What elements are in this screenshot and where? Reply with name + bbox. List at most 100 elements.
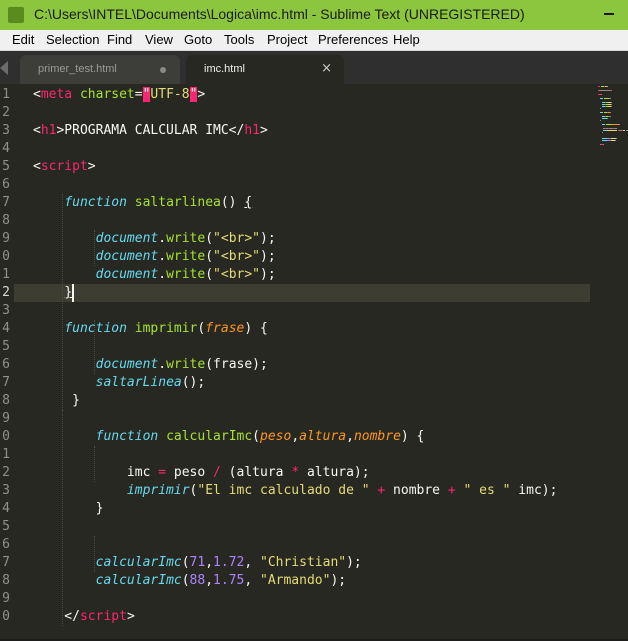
minimap-line (599, 90, 611, 91)
code-token: 1.72 (213, 555, 245, 570)
current-line-highlight (14, 284, 590, 302)
code-token: imc (33, 465, 159, 480)
code-line: saltarLinea(); (33, 374, 206, 392)
code-token: ( (205, 249, 214, 264)
code-line: document.write("<br>"); (33, 230, 276, 248)
line-number: 3 (2, 483, 10, 498)
code-token: calcularImc (95, 555, 182, 570)
code-token: (frase); (205, 357, 268, 372)
code-token: "<br>" (213, 231, 261, 246)
menu-goto[interactable]: Goto (184, 32, 212, 47)
sublime-app-icon (8, 7, 24, 23)
code-token: calcularImc (95, 573, 182, 588)
line-number: 9 (2, 411, 10, 426)
code-token: document (95, 249, 159, 264)
line-number: 9 (2, 591, 10, 606)
code-token: peso (260, 429, 292, 444)
code-token: ( (205, 231, 214, 246)
close-icon[interactable]: × (321, 61, 332, 76)
code-token: = (158, 465, 167, 480)
code-token: 88 (189, 573, 206, 588)
line-number: 0 (2, 429, 10, 444)
menu-tools[interactable]: Tools (224, 32, 254, 47)
code-token: ); (330, 573, 347, 588)
code-token: peso (166, 465, 214, 480)
code-token: "El imc calculado de " (197, 483, 370, 498)
code-token: ( (181, 573, 190, 588)
minimap-line (607, 130, 618, 131)
code-token: > (126, 609, 135, 624)
menu-find[interactable]: Find (107, 32, 132, 47)
minimap-line (613, 128, 618, 129)
line-number: 8 (2, 573, 10, 588)
code-token: write (166, 231, 206, 246)
code-token: write (166, 267, 206, 282)
code-token: document (95, 231, 159, 246)
code-token: "Christian" (260, 555, 347, 570)
menu-edit[interactable]: Edit (12, 32, 34, 47)
line-number: 5 (2, 159, 10, 174)
line-number: 1 (2, 267, 10, 282)
code-line: document.write(frase); (33, 356, 268, 374)
minimap-line (607, 116, 612, 117)
menu-project[interactable]: Project (267, 32, 307, 47)
menu-selection[interactable]: Selection (46, 32, 99, 47)
code-token: h1 (244, 123, 260, 138)
code-token: frase (205, 321, 245, 336)
code-token: meta (40, 87, 73, 102)
minimap-line (599, 112, 604, 113)
code-token: / (213, 465, 221, 480)
code-token: document (95, 357, 159, 372)
tab-scroll-left-icon[interactable] (0, 61, 8, 75)
code-token: . (158, 267, 167, 282)
line-number: 0 (2, 609, 10, 624)
code-token: saltarLinea (95, 375, 182, 390)
tab-primer-test[interactable]: primer_test.html (20, 55, 180, 84)
code-token: , (291, 429, 300, 444)
minimap-line (611, 106, 612, 107)
line-number: 4 (2, 141, 10, 156)
minimize-icon[interactable] (604, 13, 614, 15)
code-token: ); (346, 555, 362, 570)
code-token: function (64, 195, 127, 210)
line-number: 7 (2, 555, 10, 570)
code-line: <meta charset="UTF-8"> (33, 86, 205, 104)
code-token: write (166, 249, 206, 264)
tab-imc[interactable]: imc.html × (186, 55, 344, 84)
code-token: imc); (510, 483, 558, 498)
title-bar: C:\Users\INTEL\Documents\Logica\imc.html… (0, 0, 628, 30)
code-token: ); (260, 249, 276, 264)
code-token: imprimir (134, 321, 198, 336)
code-token: nombre (353, 429, 401, 444)
code-line: <h1>PROGRAMA CALCULAR IMC</h1> (33, 122, 268, 140)
line-number: 2 (2, 285, 10, 300)
menu-bar: Edit Selection Find View Goto Tools Proj… (0, 30, 628, 51)
menu-preferences[interactable]: Preferences (318, 32, 388, 47)
code-token: </ (33, 609, 80, 624)
line-number: 9 (2, 231, 10, 246)
code-token: ( (252, 429, 260, 444)
unsaved-dot-icon[interactable] (160, 67, 166, 73)
code-token: } (33, 393, 80, 408)
line-number: 1 (2, 447, 10, 462)
minimap[interactable] (596, 84, 628, 639)
code-token: " es " (463, 483, 511, 498)
code-line: imc = peso / (altura * altura); (33, 464, 370, 482)
code-token: = (134, 87, 143, 102)
code-token: UTF-8 (150, 87, 190, 102)
menu-view[interactable]: View (145, 32, 173, 47)
code-token: ( (181, 555, 190, 570)
minimap-line (599, 98, 604, 99)
code-token: "Armando" (260, 573, 331, 588)
menu-help[interactable]: Help (393, 32, 420, 47)
code-line: function calcularImc(peso,altura,nombre)… (33, 428, 425, 446)
code-token: imprimir (126, 483, 190, 498)
code-editor[interactable]: 123456789012345678901234567890 <meta cha… (0, 84, 628, 639)
code-token: altura); (299, 465, 370, 480)
code-token: , (244, 555, 260, 570)
